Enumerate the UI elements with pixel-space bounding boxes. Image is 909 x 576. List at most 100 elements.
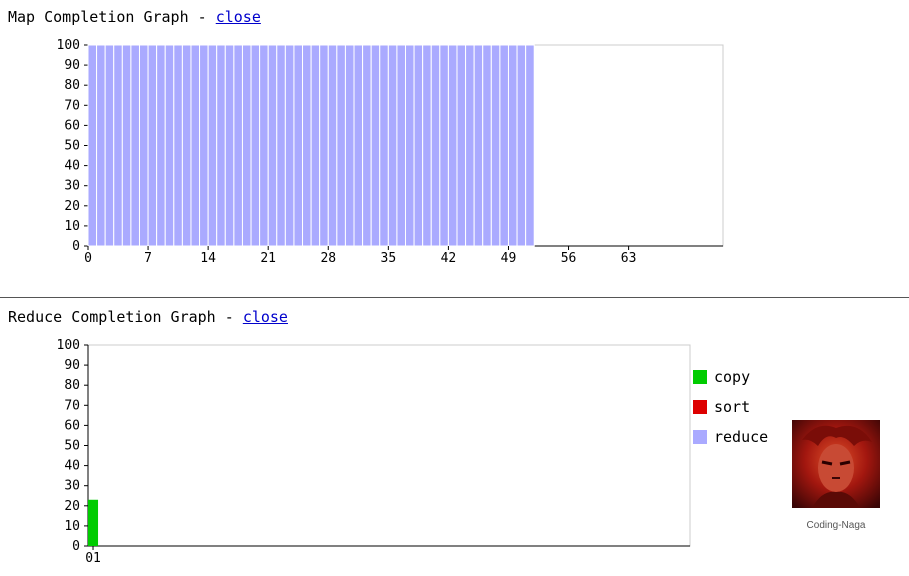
map-bar <box>310 44 321 247</box>
map-bar <box>104 44 115 247</box>
map-bar <box>173 44 183 247</box>
map-bar <box>96 44 106 247</box>
map-bar <box>465 44 475 247</box>
map-bar <box>156 44 166 247</box>
legend-swatch-reduce <box>693 430 707 444</box>
map-bar <box>216 44 226 247</box>
map-y-tick-label: 50 <box>64 139 80 154</box>
map-bar <box>447 44 458 247</box>
legend-item-copy: copy <box>693 362 768 392</box>
map-x-tick-label: 28 <box>320 251 336 266</box>
map-bar <box>147 44 158 247</box>
map-bar <box>276 44 286 247</box>
map-bar <box>327 44 338 247</box>
map-x-tick-label: 21 <box>260 251 276 266</box>
map-graph-close-link[interactable]: close <box>216 8 261 26</box>
map-bar <box>362 44 372 247</box>
map-bar <box>250 44 261 247</box>
map-x-tick-label: 42 <box>441 251 457 266</box>
map-bar <box>490 44 501 247</box>
map-bar <box>396 44 406 247</box>
map-x-tick-label: 63 <box>621 251 637 266</box>
map-y-tick-label: 20 <box>64 199 80 214</box>
map-bar <box>207 44 218 247</box>
map-bar <box>516 44 527 247</box>
map-bar <box>413 44 424 247</box>
map-bar <box>259 44 269 247</box>
map-bar <box>181 44 192 247</box>
map-graph-header: Map Completion Graph - close <box>8 8 261 26</box>
map-bar <box>482 44 492 247</box>
legend-item-sort: sort <box>693 392 768 422</box>
map-bar <box>344 44 355 247</box>
map-y-tick-label: 0 <box>72 239 80 254</box>
map-completion-chart: 0 10 20 30 40 50 60 70 80 90 100 0 7 14 21 28 35 42 49 56 63 <box>57 38 724 266</box>
legend-label-copy: copy <box>714 368 751 386</box>
section-divider <box>0 297 909 298</box>
reduce-y-tick-label: 20 <box>64 499 80 514</box>
reduce-y-tick-label: 50 <box>64 439 80 454</box>
map-bar <box>284 44 295 247</box>
map-x-tick-label: 7 <box>144 251 152 266</box>
map-y-tick-label: 40 <box>64 159 80 174</box>
map-bar <box>422 44 432 247</box>
map-bar <box>224 44 235 247</box>
map-bar <box>241 44 252 247</box>
map-y-tick-label: 10 <box>64 219 80 234</box>
map-bar <box>302 44 312 247</box>
map-bar <box>138 44 149 247</box>
map-bar <box>190 44 201 247</box>
avatar-caption: Coding-Naga <box>806 520 866 531</box>
reduce-legend: copy sort reduce <box>693 362 768 452</box>
reduce-y-tick-label: 70 <box>64 398 80 413</box>
legend-label-sort: sort <box>714 398 751 416</box>
map-bar <box>525 44 535 247</box>
map-bar <box>430 44 441 247</box>
reduce-graph-title: Reduce Completion Graph - <box>8 308 243 326</box>
map-y-tick-label: 60 <box>64 118 80 133</box>
legend-item-reduce: reduce <box>693 422 768 452</box>
reduce-completion-chart: 0 10 20 30 40 50 60 70 80 90 100 01 <box>57 338 691 566</box>
reduce-graph-close-link[interactable]: close <box>243 308 288 326</box>
reduce-y-tick-label: 90 <box>64 358 80 373</box>
map-bar <box>370 44 381 247</box>
map-x-tick-label: 14 <box>200 251 216 266</box>
map-y-tick-label: 80 <box>64 78 80 93</box>
map-bar <box>456 44 467 247</box>
map-x-tick-label: 35 <box>381 251 397 266</box>
map-bar <box>379 44 389 247</box>
legend-swatch-sort <box>693 400 707 414</box>
map-bar <box>199 44 209 247</box>
map-bar <box>267 44 278 247</box>
reduce-y-tick-label: 60 <box>64 418 80 433</box>
reduce-plot-area <box>87 344 691 547</box>
reduce-bar-copy <box>88 499 99 546</box>
map-y-tick-label: 70 <box>64 98 80 113</box>
map-bar <box>499 44 509 247</box>
reduce-y-tick-label: 0 <box>72 539 80 554</box>
map-bar <box>387 44 398 247</box>
map-graph-title: Map Completion Graph - <box>8 8 216 26</box>
map-bar <box>130 44 140 247</box>
legend-swatch-copy <box>693 370 707 384</box>
reduce-y-tick-label: 100 <box>57 338 80 353</box>
map-bar <box>336 44 346 247</box>
map-bar <box>121 44 132 247</box>
reduce-y-tick-label: 30 <box>64 479 80 494</box>
map-bar <box>293 44 304 247</box>
map-bar <box>319 44 329 247</box>
map-x-tick-label: 49 <box>501 251 517 266</box>
legend-label-reduce: reduce <box>714 428 769 446</box>
map-y-tick-label: 100 <box>57 38 80 53</box>
map-bar <box>405 44 415 247</box>
map-x-tick-label: 0 <box>84 251 92 266</box>
map-bar <box>113 44 123 247</box>
map-bar <box>164 44 175 247</box>
map-bar <box>233 44 243 247</box>
reduce-graph-header: Reduce Completion Graph - close <box>8 308 288 326</box>
map-y-tick-label: 30 <box>64 179 80 194</box>
map-x-tick-label: 56 <box>561 251 577 266</box>
reduce-y-tick-label: 10 <box>64 519 80 534</box>
map-y-tick-label: 90 <box>64 58 80 73</box>
reduce-x-tick-label: 01 <box>85 551 101 566</box>
